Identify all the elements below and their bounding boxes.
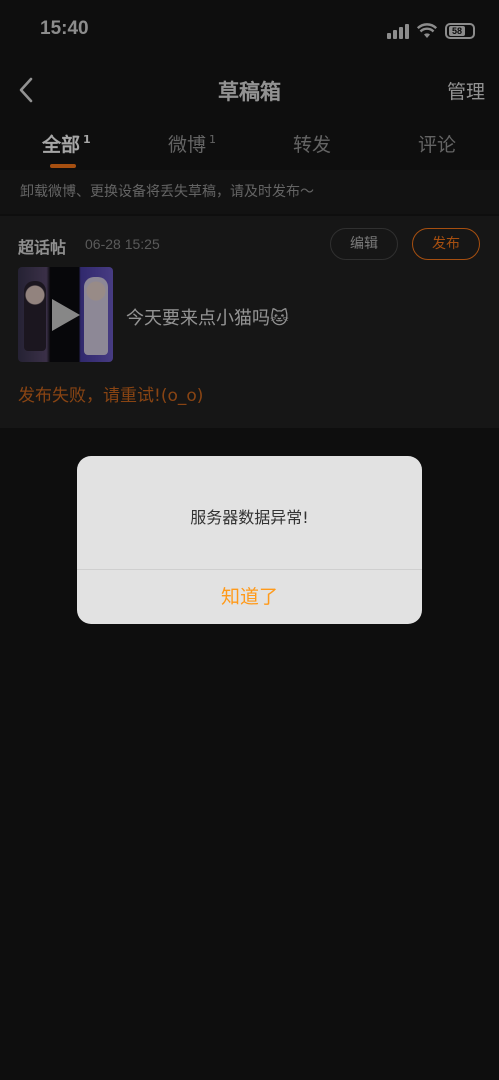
alert-ok-button[interactable]: 知道了: [77, 570, 422, 624]
alert-message: 服务器数据异常!: [190, 508, 309, 527]
alert-dialog: 服务器数据异常! 知道了: [77, 456, 422, 624]
